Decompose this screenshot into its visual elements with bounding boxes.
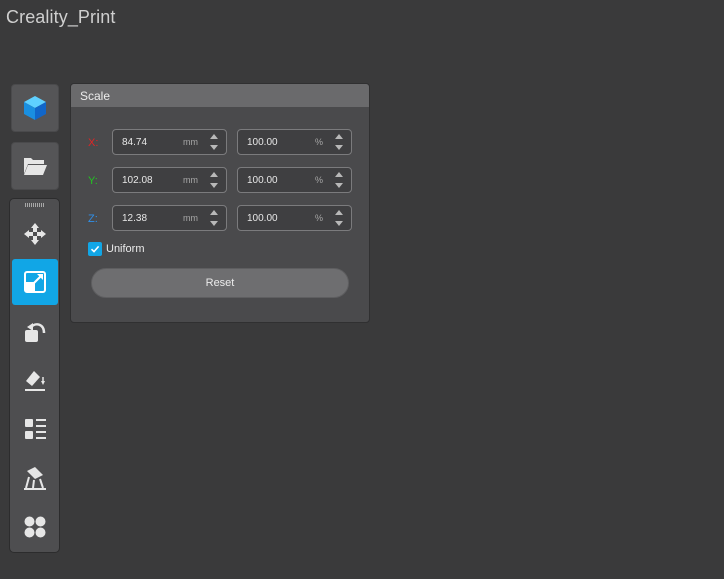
size-z-value: 12.38 bbox=[122, 212, 148, 224]
cube-icon bbox=[24, 96, 46, 120]
scale-row-z: Z: 12.38 mm 100.00 % bbox=[71, 205, 369, 233]
percent-z-value: 100.00 bbox=[247, 212, 278, 224]
percent-y-value: 100.00 bbox=[247, 174, 278, 186]
size-z-input[interactable]: 12.38 mm bbox=[112, 205, 227, 231]
object-list-tool[interactable] bbox=[12, 406, 58, 452]
panel-title: Scale bbox=[80, 88, 111, 103]
scale-tool[interactable] bbox=[12, 259, 58, 305]
unit-percent: % bbox=[314, 137, 323, 147]
chevron-down-icon[interactable] bbox=[210, 183, 218, 188]
scale-row-x: X: 84.74 mm 100.00 % bbox=[71, 129, 369, 157]
panel-header: Scale bbox=[71, 84, 369, 107]
size-x-value: 84.74 bbox=[122, 136, 148, 148]
uniform-label: Uniform bbox=[106, 243, 145, 255]
uniform-toggle[interactable]: Uniform bbox=[88, 242, 145, 256]
support-tool[interactable] bbox=[12, 455, 58, 501]
chevron-up-icon[interactable] bbox=[335, 210, 343, 215]
list-icon bbox=[25, 419, 46, 439]
chevron-up-icon[interactable] bbox=[210, 134, 218, 139]
scale-row-y: Y: 102.08 mm 100.00 % bbox=[71, 167, 369, 195]
move-icon bbox=[24, 223, 46, 245]
chevron-down-icon[interactable] bbox=[335, 221, 343, 226]
percent-y-input[interactable]: 100.00 % bbox=[237, 167, 352, 193]
size-x-spinner[interactable] bbox=[208, 132, 220, 152]
size-y-value: 102.08 bbox=[122, 174, 153, 186]
chevron-up-icon[interactable] bbox=[335, 134, 343, 139]
reset-button[interactable]: Reset bbox=[91, 268, 349, 298]
size-y-spinner[interactable] bbox=[208, 170, 220, 190]
uniform-checkbox[interactable] bbox=[88, 242, 102, 256]
apps-icon bbox=[24, 516, 46, 538]
unit-mm: mm bbox=[183, 213, 198, 223]
axis-label-x: X: bbox=[88, 137, 99, 149]
support-icon bbox=[24, 467, 46, 490]
axis-label-z: Z: bbox=[88, 213, 98, 225]
tool-group bbox=[9, 198, 60, 553]
open-file-button[interactable] bbox=[11, 142, 59, 190]
chevron-up-icon[interactable] bbox=[210, 172, 218, 177]
chevron-down-icon[interactable] bbox=[210, 221, 218, 226]
unit-percent: % bbox=[314, 175, 323, 185]
percent-z-input[interactable]: 100.00 % bbox=[237, 205, 352, 231]
size-y-input[interactable]: 102.08 mm bbox=[112, 167, 227, 193]
lay-flat-tool[interactable] bbox=[12, 357, 58, 403]
rotate-tool[interactable] bbox=[12, 309, 58, 355]
unit-percent: % bbox=[314, 213, 323, 223]
percent-y-spinner[interactable] bbox=[333, 170, 345, 190]
scale-panel: Scale X: 84.74 mm 100.00 % Y: 102.08 mm bbox=[70, 83, 370, 323]
chevron-down-icon[interactable] bbox=[335, 183, 343, 188]
move-tool[interactable] bbox=[12, 211, 58, 257]
percent-z-spinner[interactable] bbox=[333, 208, 345, 228]
unit-mm: mm bbox=[183, 175, 198, 185]
chevron-up-icon[interactable] bbox=[335, 172, 343, 177]
scale-icon bbox=[24, 271, 46, 293]
chevron-down-icon[interactable] bbox=[335, 145, 343, 150]
percent-x-spinner[interactable] bbox=[333, 132, 345, 152]
chevron-down-icon[interactable] bbox=[210, 145, 218, 150]
percent-x-value: 100.00 bbox=[247, 136, 278, 148]
app-title: Creality_Print bbox=[6, 7, 116, 27]
checkmark-icon bbox=[90, 245, 100, 253]
chevron-up-icon[interactable] bbox=[210, 210, 218, 215]
percent-x-input[interactable]: 100.00 % bbox=[237, 129, 352, 155]
folder-open-icon bbox=[24, 158, 47, 175]
rotate-icon bbox=[25, 323, 46, 342]
axis-label-y: Y: bbox=[88, 175, 98, 187]
model-library-button[interactable] bbox=[11, 84, 59, 132]
size-z-spinner[interactable] bbox=[208, 208, 220, 228]
size-x-input[interactable]: 84.74 mm bbox=[112, 129, 227, 155]
apps-tool[interactable] bbox=[12, 504, 58, 550]
drag-grip-icon[interactable] bbox=[25, 203, 45, 207]
lay-flat-icon bbox=[25, 371, 45, 391]
unit-mm: mm bbox=[183, 137, 198, 147]
